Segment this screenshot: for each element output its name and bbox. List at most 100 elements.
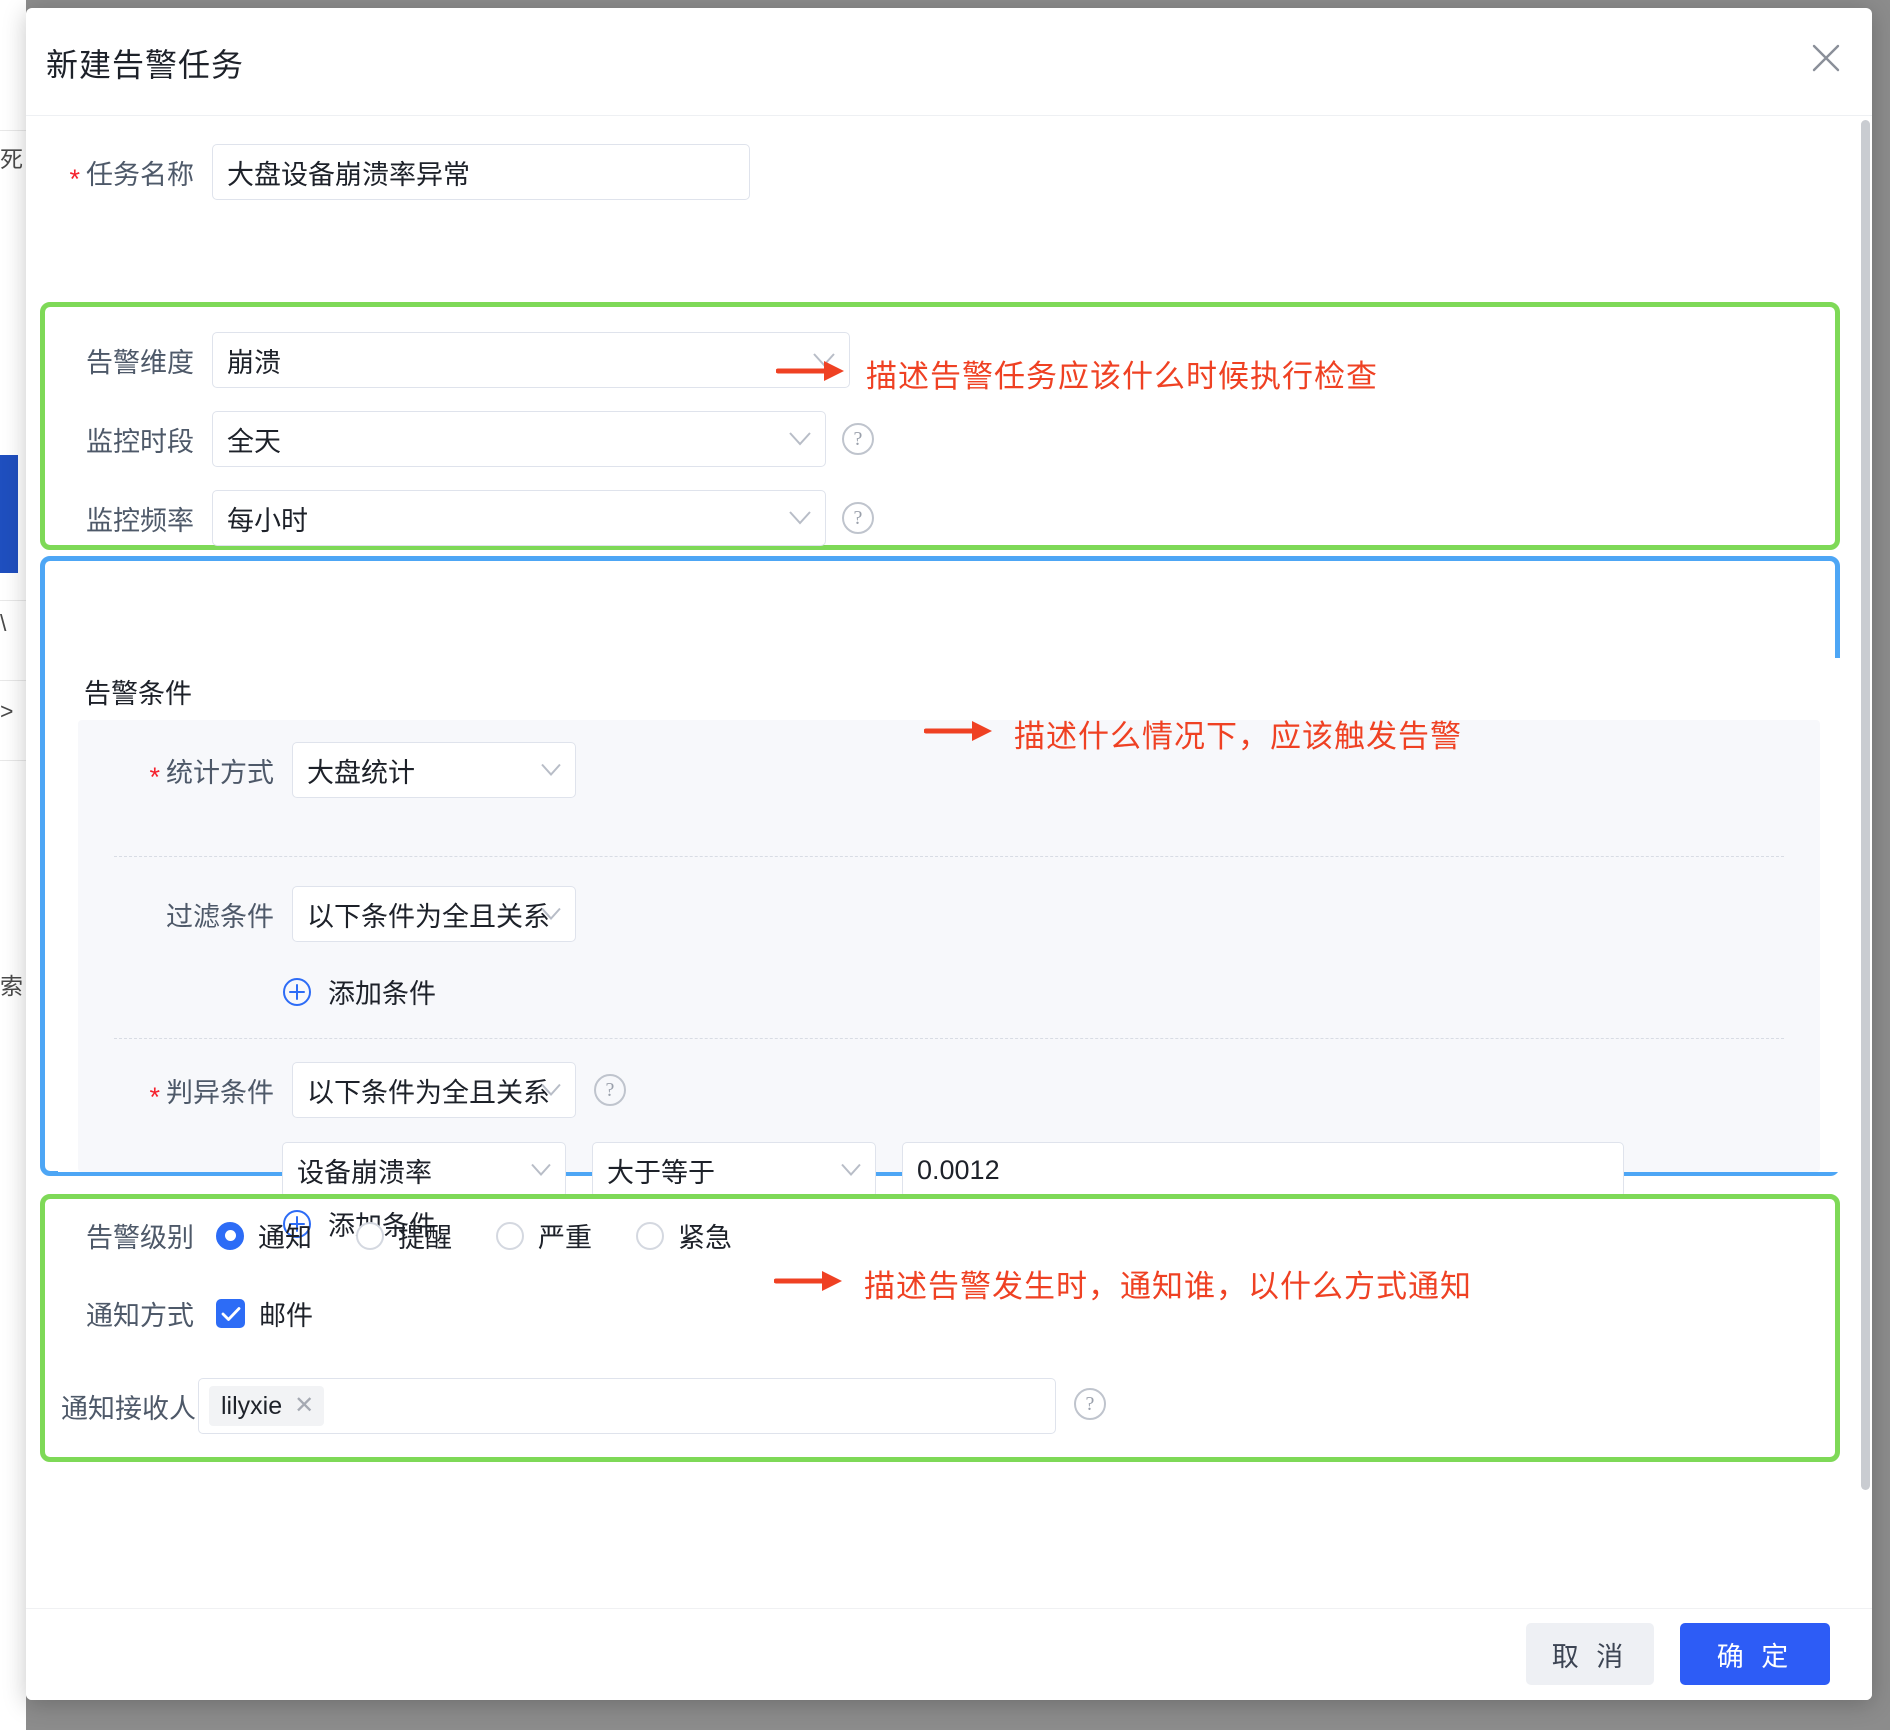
recipient-tag-label: lilyxie xyxy=(221,1391,283,1420)
recipient-tag[interactable]: lilyxie ✕ xyxy=(209,1386,325,1426)
background-left-strip: 死 \ > 索 xyxy=(0,0,26,1730)
alarm-level-option-0-label: 通知 xyxy=(258,1223,312,1253)
alarm-level-option-1-label: 提醒 xyxy=(398,1223,452,1253)
annotation-notification-text: 描述告警发生时，通知谁，以什么方式通知 xyxy=(864,1269,1472,1304)
task-name-input[interactable]: 大盘设备崩溃率异常 xyxy=(212,144,750,200)
alarm-dimension-row: 告警维度 崩溃 xyxy=(44,332,850,388)
required-star: * xyxy=(149,761,160,792)
rule-threshold-value: 0.0012 xyxy=(917,1154,1000,1185)
arrow-right-icon xyxy=(923,716,996,752)
plus-circle-icon xyxy=(282,977,312,1007)
monitor-frequency-label: 监控频率 xyxy=(86,505,194,536)
chevron-down-icon xyxy=(541,763,561,777)
task-name-row: * 任务名称 大盘设备崩溃率异常 xyxy=(44,144,750,200)
background-blue-chip xyxy=(0,455,18,573)
dialog-body: * 任务名称 大盘设备崩溃率异常 告警维度 崩溃 监控时段 全天 ? 监控频率 … xyxy=(26,116,1872,1608)
alarm-dimension-value: 崩溃 xyxy=(227,347,281,378)
cancel-button[interactable]: 取 消 xyxy=(1526,1623,1654,1685)
anomaly-rule-row: 设备崩溃率 大于等于 0.0012 xyxy=(282,1142,1624,1198)
add-filter-condition-label: 添加条件 xyxy=(328,979,436,1009)
monitor-period-value: 全天 xyxy=(227,426,281,457)
anomaly-condition-value: 以下条件为全且关系 xyxy=(307,1077,550,1108)
arrow-right-icon xyxy=(775,356,848,392)
alarm-level-label: 告警级别 xyxy=(86,1223,194,1253)
dialog-header: 新建告警任务 xyxy=(26,8,1872,116)
required-star: * xyxy=(69,163,80,194)
annotation-condition-text: 描述什么情况下，应该触发告警 xyxy=(1014,719,1462,754)
chevron-down-icon xyxy=(841,1163,861,1177)
alarm-level-option-0[interactable]: 通知 xyxy=(216,1216,312,1255)
chevron-down-icon xyxy=(541,907,561,921)
stat-method-label: * 统计方式 xyxy=(149,757,274,792)
alarm-dimension-select[interactable]: 崩溃 xyxy=(212,332,850,388)
notify-method-option-email-label: 邮件 xyxy=(259,1301,313,1331)
chevron-down-icon xyxy=(541,1083,561,1097)
required-star: * xyxy=(149,1081,160,1112)
bg-fragment-3: > xyxy=(0,698,14,724)
annotation-condition: 描述什么情况下，应该触发告警 xyxy=(923,711,1462,756)
dialog-title: 新建告警任务 xyxy=(46,47,245,83)
chevron-down-icon xyxy=(789,432,811,446)
rule-operator-value: 大于等于 xyxy=(607,1157,715,1188)
alarm-level-option-1[interactable]: 提醒 xyxy=(356,1216,452,1255)
alarm-dimension-label: 告警维度 xyxy=(86,347,194,378)
close-small-icon[interactable]: ✕ xyxy=(294,1394,314,1418)
add-filter-condition-button[interactable]: 添加条件 xyxy=(282,972,436,1011)
question-circle-icon[interactable]: ? xyxy=(1074,1388,1106,1420)
anomaly-condition-label: * 判异条件 xyxy=(149,1077,274,1112)
separator-2 xyxy=(114,1038,1784,1039)
annotation-notification: 描述告警发生时，通知谁，以什么方式通知 xyxy=(773,1261,1472,1306)
checkbox-checked-icon[interactable] xyxy=(216,1299,245,1328)
monitor-period-select[interactable]: 全天 xyxy=(212,411,826,467)
radio-icon[interactable] xyxy=(636,1221,664,1250)
filter-condition-select[interactable]: 以下条件为全且关系 xyxy=(292,886,576,942)
chevron-down-icon xyxy=(531,1163,551,1177)
filter-condition-value: 以下条件为全且关系 xyxy=(307,901,550,932)
stat-method-row: * 统计方式 大盘统计 xyxy=(114,742,576,798)
notify-method-row: 通知方式 邮件 xyxy=(44,1294,313,1333)
radio-icon-checked[interactable] xyxy=(216,1221,244,1250)
notify-method-label: 通知方式 xyxy=(86,1301,194,1331)
rule-threshold-input[interactable]: 0.0012 xyxy=(902,1142,1624,1198)
alarm-condition-inner: * 统计方式 大盘统计 过滤条件 以下条件为全且关系 添加条件 * 判异条件 以… xyxy=(78,720,1820,1198)
alarm-level-option-2-label: 严重 xyxy=(538,1223,592,1253)
filter-condition-row: 过滤条件 以下条件为全且关系 xyxy=(114,886,576,942)
rule-operator-select[interactable]: 大于等于 xyxy=(592,1142,876,1198)
alarm-level-option-3-label: 紧急 xyxy=(678,1223,732,1253)
anomaly-condition-select[interactable]: 以下条件为全且关系 xyxy=(292,1062,576,1118)
dialog-scrollbar[interactable] xyxy=(1861,120,1870,1540)
bg-fragment-2: \ xyxy=(0,610,7,636)
recipients-label: 通知接收人 xyxy=(61,1393,196,1424)
arrow-right-icon xyxy=(773,1266,846,1302)
recipients-row: 通知接收人 xyxy=(26,1378,196,1434)
recipients-input[interactable]: lilyxie ✕ xyxy=(198,1378,1056,1434)
notify-method-option-email[interactable]: 邮件 xyxy=(216,1294,313,1333)
alarm-level-option-2[interactable]: 严重 xyxy=(496,1216,592,1255)
rule-metric-value: 设备崩溃率 xyxy=(297,1157,432,1188)
confirm-button[interactable]: 确 定 xyxy=(1680,1623,1830,1685)
dialog-footer: 取 消 确 定 xyxy=(26,1608,1872,1700)
bg-fragment-5: 索 xyxy=(0,973,23,999)
radio-icon[interactable] xyxy=(356,1221,384,1250)
radio-icon[interactable] xyxy=(496,1221,524,1250)
monitor-frequency-row: 监控频率 每小时 ? xyxy=(44,490,874,546)
separator-1 xyxy=(114,856,1784,857)
rule-metric-select[interactable]: 设备崩溃率 xyxy=(282,1142,566,1198)
question-circle-icon[interactable]: ? xyxy=(842,502,874,534)
alarm-level-radio-group: 通知 提醒 严重 紧急 xyxy=(216,1216,776,1255)
stat-method-select[interactable]: 大盘统计 xyxy=(292,742,576,798)
question-circle-icon[interactable]: ? xyxy=(594,1074,626,1106)
scrollbar-thumb[interactable] xyxy=(1861,120,1870,1490)
monitor-period-row: 监控时段 全天 ? xyxy=(44,411,874,467)
monitor-period-label: 监控时段 xyxy=(86,426,194,457)
close-icon[interactable] xyxy=(1802,34,1850,82)
filter-condition-label: 过滤条件 xyxy=(166,901,274,932)
chevron-down-icon xyxy=(789,511,811,525)
alarm-condition-title: 告警条件 xyxy=(84,679,192,709)
anomaly-condition-row: * 判异条件 以下条件为全且关系 ? xyxy=(114,1062,626,1118)
bg-fragment-1: 死 xyxy=(0,146,23,172)
question-circle-icon[interactable]: ? xyxy=(842,423,874,455)
alarm-level-option-3[interactable]: 紧急 xyxy=(636,1216,732,1255)
monitor-frequency-select[interactable]: 每小时 xyxy=(212,490,826,546)
new-alarm-task-dialog: 新建告警任务 * 任务名称 大盘设备崩溃率异常 告警维度 崩溃 监控时段 全天 … xyxy=(26,8,1872,1700)
